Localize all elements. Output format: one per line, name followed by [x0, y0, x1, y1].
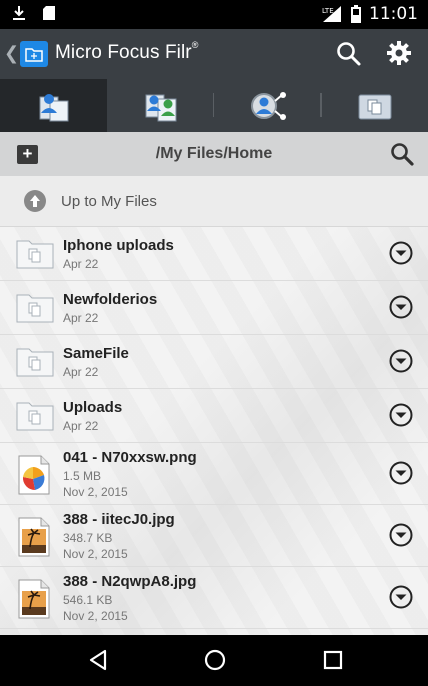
item-size: 348.7 KB	[63, 531, 113, 545]
list-item-folder[interactable]: Iphone uploads Apr 22	[0, 227, 428, 281]
item-date: Nov 2, 2015	[63, 485, 128, 499]
chevron-down-circle-icon[interactable]	[389, 585, 413, 609]
status-bar: LTE 11:01	[0, 0, 428, 29]
up-to-parent-label: Up to My Files	[61, 193, 157, 210]
item-name: 388 - N2qwpA8.jpg	[63, 573, 197, 590]
my-files-icon	[39, 93, 68, 121]
back-chevron-icon[interactable]: ❮	[4, 43, 19, 64]
item-date: Apr 22	[63, 257, 99, 271]
list-item-folder[interactable]: Newfolderios Apr 22	[0, 281, 428, 335]
tab-net-folders[interactable]	[214, 79, 321, 132]
download-icon	[13, 6, 25, 20]
current-path: /My Files/Home	[155, 145, 273, 162]
item-date: Nov 2, 2015	[63, 609, 128, 623]
folder-icon	[16, 240, 54, 269]
item-meta: 546.1 KB Nov 2, 2015	[63, 592, 128, 624]
list-item-folder[interactable]: SameFile Apr 22	[0, 335, 428, 389]
item-date: Apr 22	[63, 311, 99, 325]
chevron-down-circle-icon[interactable]	[389, 295, 413, 319]
item-date: Apr 22	[63, 365, 99, 379]
list-item-file[interactable]: 041 - N70xxsw.png 1.5 MB Nov 2, 2015	[0, 443, 428, 505]
app-logo-icon[interactable]	[20, 41, 48, 67]
chart-file-icon	[18, 455, 50, 495]
item-name: SameFile	[63, 345, 129, 362]
item-name: 388 - iitecJ0.jpg	[63, 511, 175, 528]
clock: 11:01	[369, 4, 418, 24]
gear-icon[interactable]	[386, 40, 412, 66]
image-file-icon	[18, 517, 50, 557]
net-folders-icon	[250, 91, 286, 120]
chevron-down-circle-icon[interactable]	[389, 461, 413, 485]
folder-icon	[16, 402, 54, 431]
svg-text:LTE: LTE	[322, 7, 334, 15]
tab-bar	[0, 79, 428, 132]
item-size: 546.1 KB	[63, 593, 113, 607]
tab-shared-by-me[interactable]	[321, 79, 428, 132]
item-name: Newfolderios	[63, 291, 158, 308]
image-file-icon	[18, 579, 50, 619]
folder-icon	[16, 294, 54, 323]
item-name: Iphone uploads	[63, 237, 174, 254]
item-meta: 348.7 KB Nov 2, 2015	[63, 530, 128, 562]
shared-by-me-icon	[358, 94, 391, 119]
back-triangle-icon[interactable]	[87, 648, 109, 672]
arrow-up-icon	[24, 190, 46, 212]
recents-square-icon[interactable]	[322, 648, 344, 672]
system-navigation-bar	[0, 635, 428, 686]
shared-with-me-icon	[145, 94, 176, 121]
battery-icon	[351, 5, 361, 23]
sd-card-icon	[43, 6, 55, 20]
signal-icon: LTE	[322, 6, 341, 22]
list-item-file[interactable]: 388 - N2qwpA8.jpg 546.1 KB Nov 2, 2015	[0, 567, 428, 629]
item-name: 041 - N70xxsw.png	[63, 449, 197, 466]
tab-my-files[interactable]	[0, 79, 107, 132]
item-date: Apr 22	[63, 419, 99, 433]
chevron-down-circle-icon[interactable]	[389, 349, 413, 373]
item-size: 1.5 MB	[63, 469, 102, 483]
path-bar: + /My Files/Home	[0, 132, 428, 176]
home-circle-icon[interactable]	[203, 648, 227, 672]
search-folder-icon[interactable]	[390, 142, 414, 166]
list-item-file[interactable]: 388 - iitecJ0.jpg 348.7 KB Nov 2, 2015	[0, 505, 428, 567]
tab-shared-with-me[interactable]	[107, 79, 214, 132]
file-list: Iphone uploads Apr 22 Newfolderios Apr 2…	[0, 227, 428, 635]
folder-icon	[16, 348, 54, 377]
item-name: Uploads	[63, 399, 123, 416]
chevron-down-circle-icon[interactable]	[389, 403, 413, 427]
action-bar: ❮ Micro Focus Filr®	[0, 29, 428, 79]
item-meta: 1.5 MB Nov 2, 2015	[63, 468, 128, 500]
chevron-down-circle-icon[interactable]	[389, 523, 413, 547]
chevron-down-circle-icon[interactable]	[389, 241, 413, 265]
search-icon[interactable]	[336, 41, 362, 67]
list-item-folder[interactable]: Uploads Apr 22	[0, 389, 428, 443]
item-date: Nov 2, 2015	[63, 547, 128, 561]
up-to-parent-row[interactable]: Up to My Files	[0, 176, 428, 227]
app-title: Micro Focus Filr®	[55, 40, 199, 63]
